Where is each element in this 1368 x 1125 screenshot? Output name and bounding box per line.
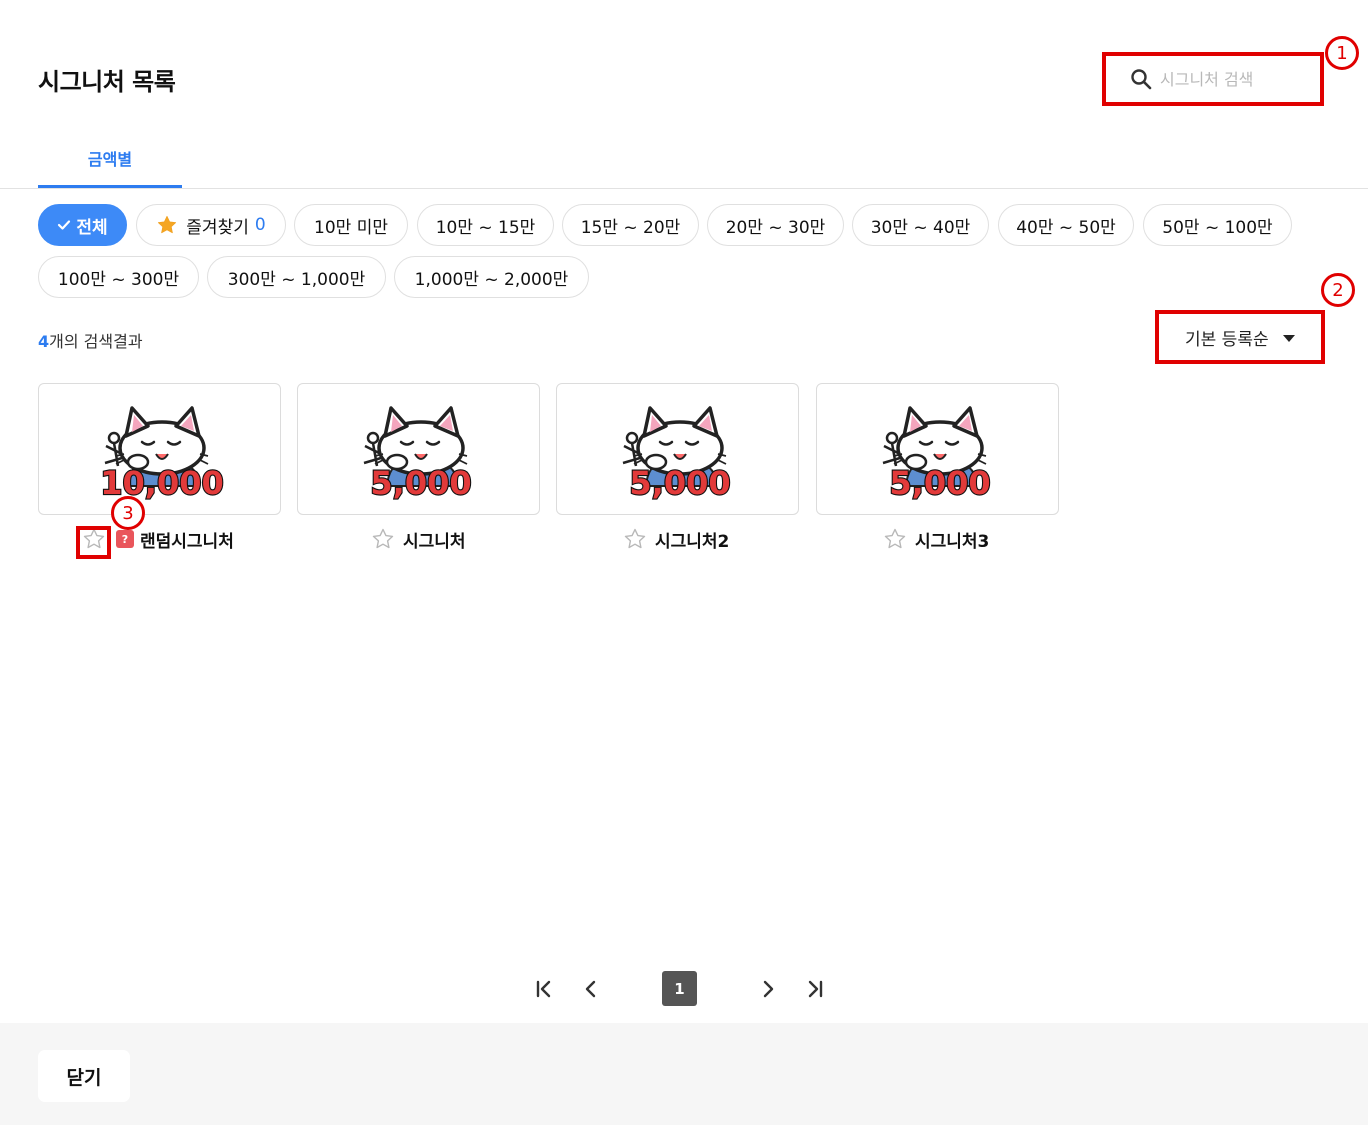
- filter-chip-range[interactable]: 100만 ~ 300만: [38, 256, 199, 298]
- result-count-suffix: 개의 검색결과: [49, 332, 143, 351]
- signature-card[interactable]: 5,000: [816, 383, 1059, 515]
- filter-chip-range[interactable]: 40만 ~ 50만: [998, 204, 1134, 246]
- star-outline-icon[interactable]: [883, 527, 907, 551]
- result-count: 4개의 검색결과: [38, 328, 143, 352]
- signature-amount: 5,000: [370, 464, 471, 502]
- footer-bar: [0, 1023, 1368, 1125]
- last-page-icon[interactable]: [804, 978, 826, 1000]
- annotation-marker-3: 3: [111, 496, 145, 530]
- signature-amount: 5,000: [629, 464, 730, 502]
- filter-chip-label: 전체: [76, 217, 108, 238]
- signature-name: 시그니처2: [655, 531, 730, 552]
- filter-chip-range[interactable]: 10만 ~ 15만: [417, 204, 554, 246]
- filter-chip-range[interactable]: 300만 ~ 1,000만: [207, 256, 386, 298]
- caret-down-icon: [1282, 335, 1295, 342]
- signature-amount: 5,000: [889, 464, 990, 502]
- filter-chip-label: 즐겨찾기: [186, 217, 249, 238]
- search-input[interactable]: [1158, 68, 1312, 90]
- signature-image: 5,000: [361, 406, 472, 503]
- signature-card[interactable]: 5,000: [297, 383, 540, 515]
- filter-chip-range[interactable]: 20만 ~ 30만: [707, 204, 844, 246]
- signature-card[interactable]: 10,000: [38, 383, 281, 515]
- signature-image: 10,000: [99, 406, 224, 503]
- annotation-marker-1: 1: [1325, 36, 1359, 70]
- signature-card[interactable]: 5,000: [556, 383, 799, 515]
- filter-chip-range[interactable]: 10만 미만: [294, 204, 408, 246]
- filter-chip-range[interactable]: 50만 ~ 100만: [1143, 204, 1292, 246]
- signature-name: 시그니처3: [915, 531, 990, 552]
- signature-image: 5,000: [880, 406, 991, 503]
- check-icon: [58, 220, 71, 230]
- signature-image: 5,000: [620, 406, 731, 503]
- search-icon: [1131, 69, 1152, 90]
- filter-chip-favorites[interactable]: 즐겨찾기 0: [136, 204, 286, 246]
- filter-chip-range[interactable]: 15만 ~ 20만: [562, 204, 699, 246]
- result-count-number: 4: [38, 332, 50, 351]
- favorites-count: 0: [254, 215, 266, 235]
- star-outline-icon[interactable]: [371, 527, 395, 551]
- tab-divider: [0, 188, 1368, 189]
- annotation-box-3: [76, 526, 111, 559]
- filter-chip-range[interactable]: 30만 ~ 40만: [852, 204, 989, 246]
- card-label-row: 시그니처: [371, 527, 466, 552]
- annotation-marker-2: 2: [1321, 273, 1355, 307]
- random-badge: ?: [116, 530, 134, 548]
- first-page-icon[interactable]: [533, 978, 555, 1000]
- page-number-current[interactable]: 1: [662, 971, 697, 1006]
- sort-dropdown[interactable]: 기본 등록순: [1155, 310, 1325, 364]
- next-page-icon[interactable]: [758, 978, 780, 1000]
- sort-selected-label: 기본 등록순: [1185, 329, 1269, 350]
- signature-amount: 10,000: [100, 464, 223, 502]
- filter-chip-range[interactable]: 1,000만 ~ 2,000만: [394, 256, 589, 298]
- card-label-row: 시그니처2: [623, 527, 730, 552]
- signature-name: 랜덤시그니처: [140, 531, 234, 552]
- star-filled-icon: [158, 215, 177, 234]
- signature-name: 시그니처: [403, 531, 466, 552]
- prev-page-icon[interactable]: [579, 978, 601, 1000]
- tab-amount[interactable]: 금액별: [38, 140, 182, 188]
- star-outline-icon[interactable]: [623, 527, 647, 551]
- filter-chip-all[interactable]: 전체: [38, 204, 127, 246]
- page-title: 시그니처 목록: [38, 68, 176, 96]
- search-box[interactable]: [1102, 52, 1324, 106]
- card-label-row: 시그니처3: [883, 527, 990, 552]
- close-button[interactable]: 닫기: [38, 1050, 130, 1102]
